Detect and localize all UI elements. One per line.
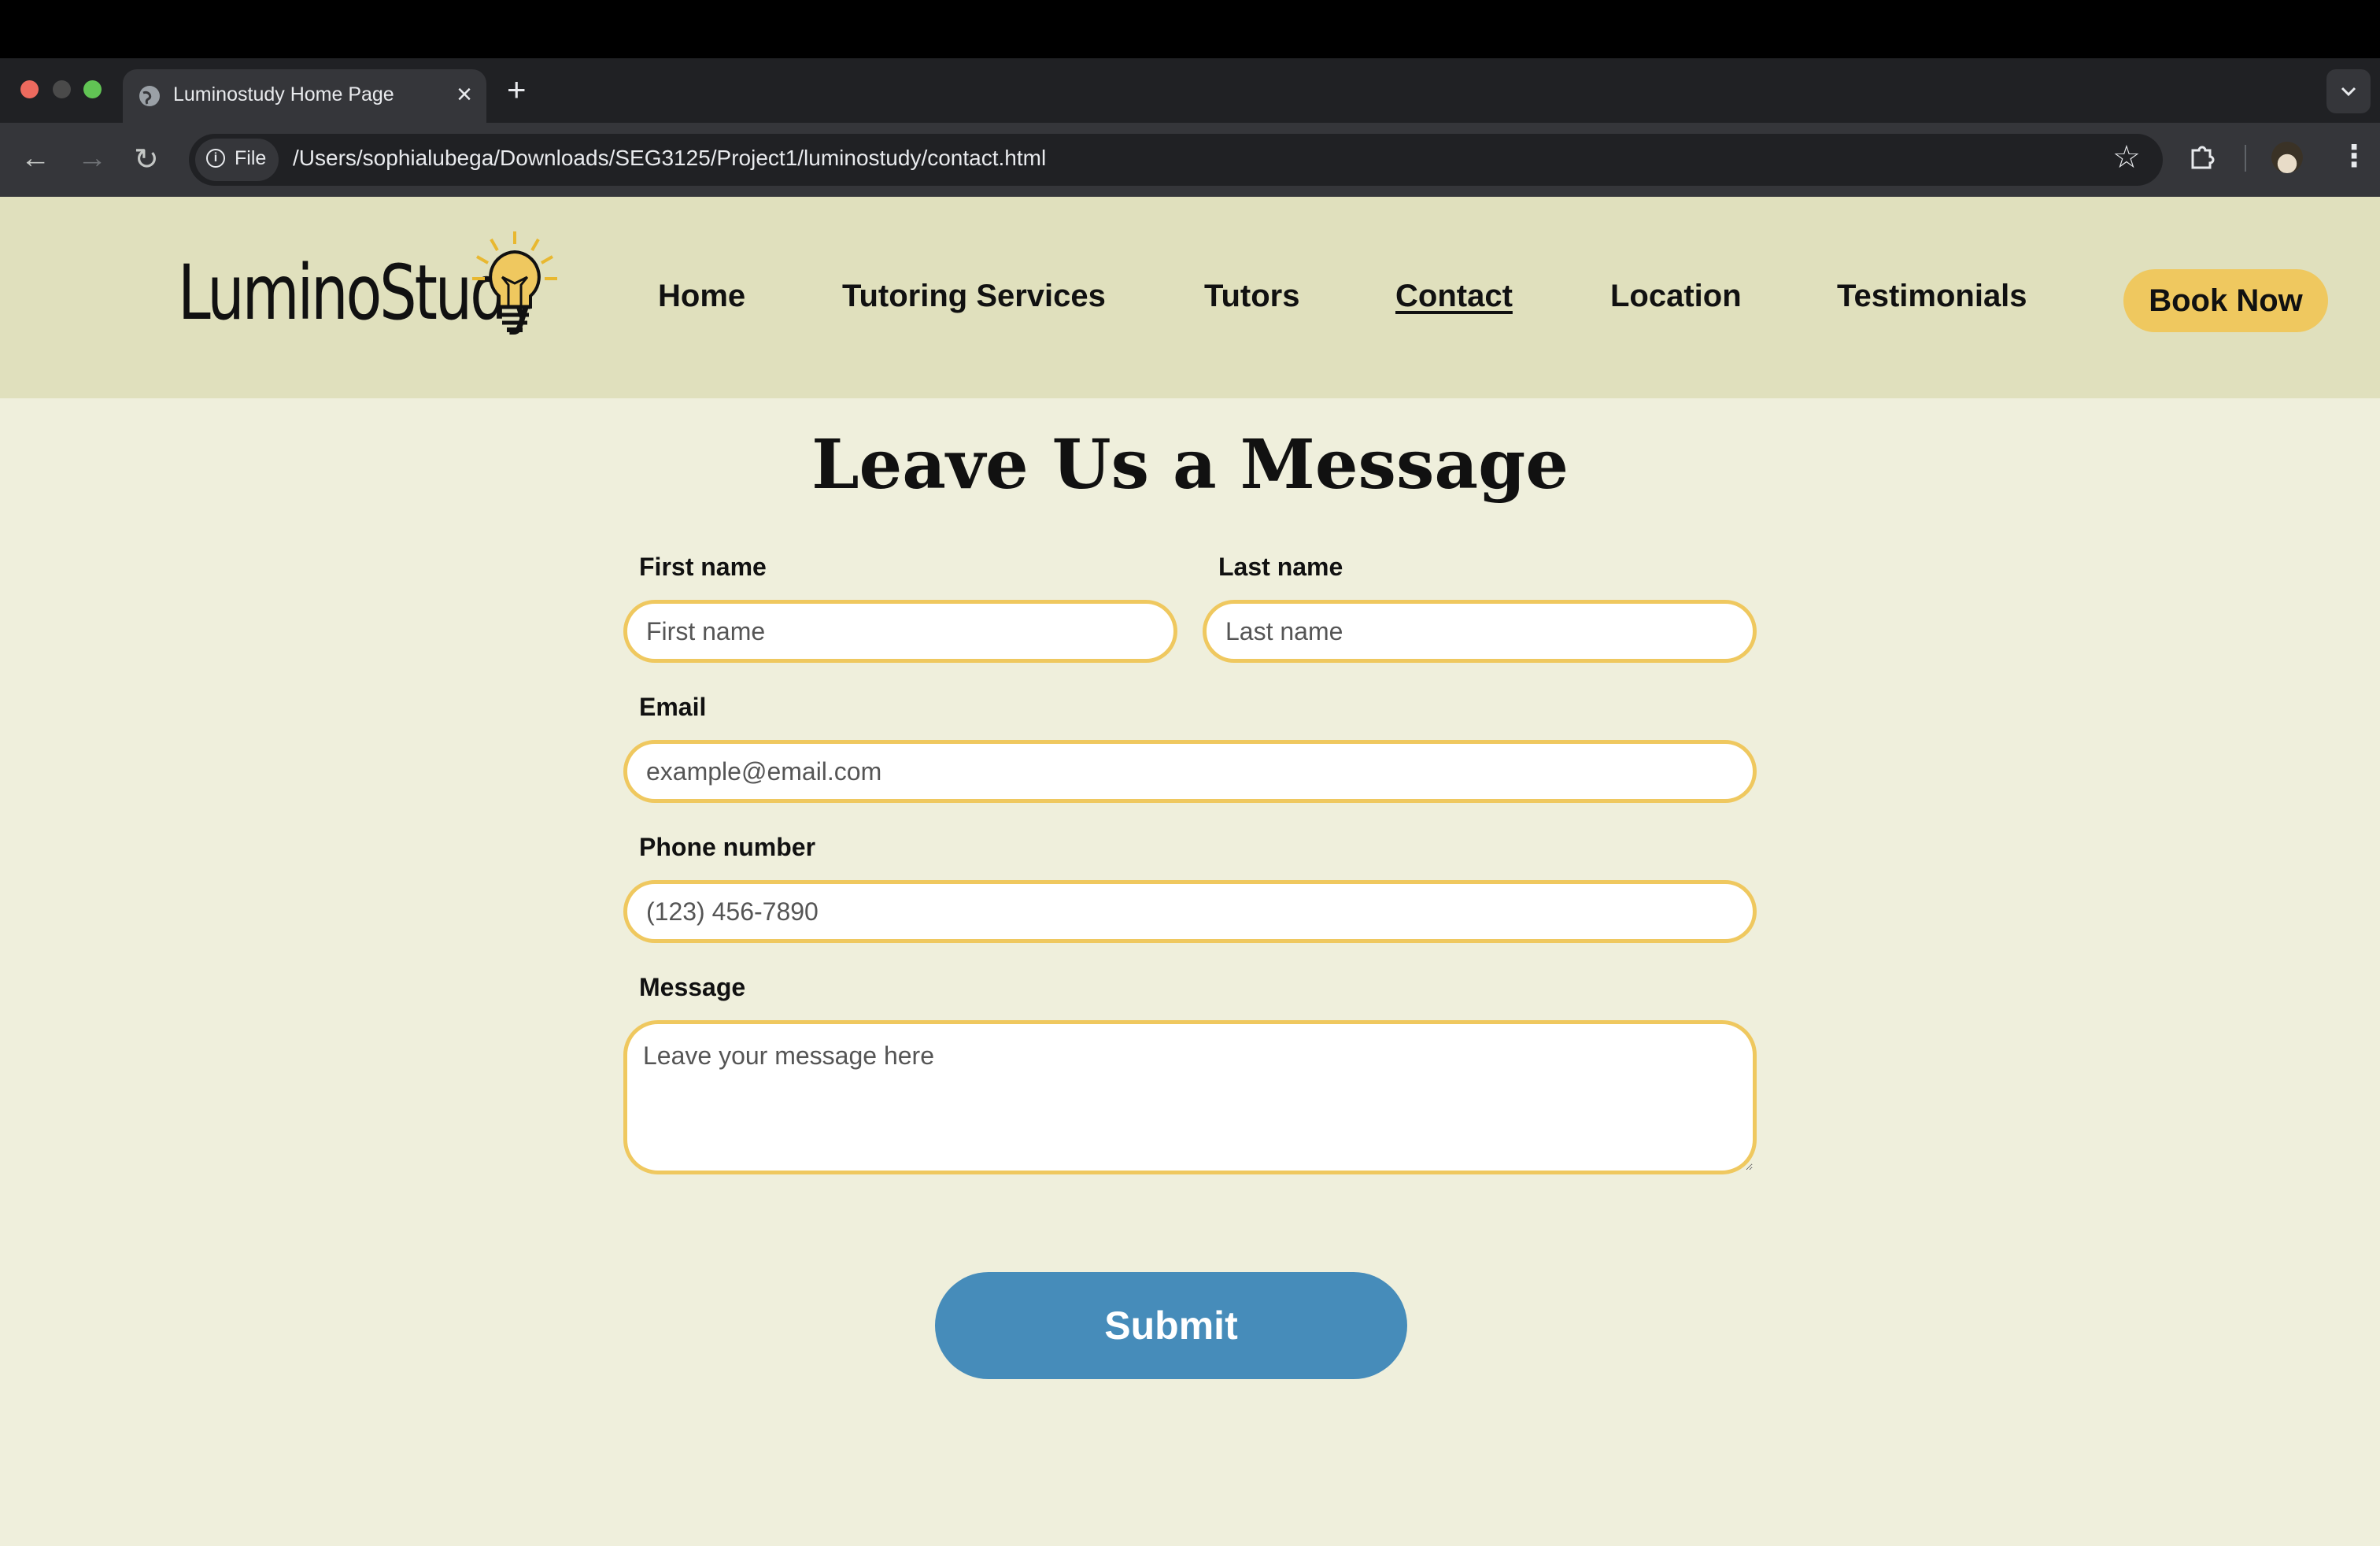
message-textarea[interactable] — [623, 1020, 1757, 1174]
tab-search-button[interactable] — [2326, 69, 2371, 113]
first-name-label: First name — [639, 553, 767, 581]
first-name-input[interactable] — [623, 600, 1177, 663]
site-info-label: File — [235, 147, 267, 169]
forward-arrow-icon[interactable]: → — [77, 142, 107, 176]
new-tab-button[interactable]: + — [507, 71, 527, 109]
tab-title: Luminostudy Home Page — [173, 83, 394, 105]
nav-home[interactable]: Home — [658, 279, 745, 314]
chevron-down-icon — [2341, 87, 2356, 97]
email-label: Email — [639, 693, 707, 721]
info-icon: i — [206, 149, 225, 168]
bookmark-star-icon[interactable]: ☆ — [2112, 139, 2141, 176]
submit-button[interactable]: Submit — [935, 1272, 1407, 1379]
toolbar-divider — [2245, 145, 2246, 172]
last-name-label: Last name — [1218, 553, 1343, 581]
profile-avatar[interactable] — [2271, 142, 2303, 173]
email-input[interactable] — [623, 740, 1757, 803]
page-title: Leave Us a Message — [811, 425, 1569, 505]
maximize-window-button[interactable] — [83, 80, 102, 98]
reload-icon[interactable]: ↻ — [134, 142, 159, 177]
page-content: LuminoStudy Home Tutoring Services Tutor… — [0, 197, 2380, 1546]
nav-location[interactable]: Location — [1610, 279, 1742, 314]
nav-contact[interactable]: Contact — [1395, 279, 1513, 314]
book-now-button[interactable]: Book Now — [2123, 269, 2328, 332]
last-name-input[interactable] — [1203, 600, 1757, 663]
extensions-puzzle-icon[interactable] — [2188, 142, 2216, 171]
minimize-window-button[interactable] — [53, 80, 71, 98]
message-label: Message — [639, 973, 746, 1001]
lightbulb-icon — [472, 231, 557, 332]
phone-label: Phone number — [639, 833, 816, 861]
os-top-bar — [0, 0, 2380, 58]
site-header: LuminoStudy Home Tutoring Services Tutor… — [0, 197, 2380, 398]
close-tab-icon[interactable]: × — [456, 80, 472, 110]
nav-tutors[interactable]: Tutors — [1204, 279, 1299, 314]
nav-tutoring-services[interactable]: Tutoring Services — [842, 279, 1106, 314]
globe-icon — [139, 86, 160, 106]
nav-testimonials[interactable]: Testimonials — [1837, 279, 2027, 314]
url-text[interactable]: /Users/sophialubega/Downloads/SEG3125/Pr… — [293, 146, 1046, 171]
more-options-icon[interactable]: ⋮ — [2339, 139, 2369, 174]
close-window-button[interactable] — [20, 80, 39, 98]
back-arrow-icon[interactable]: ← — [20, 142, 50, 176]
browser-tab[interactable]: Luminostudy Home Page × — [123, 69, 486, 123]
phone-input[interactable] — [623, 880, 1757, 943]
